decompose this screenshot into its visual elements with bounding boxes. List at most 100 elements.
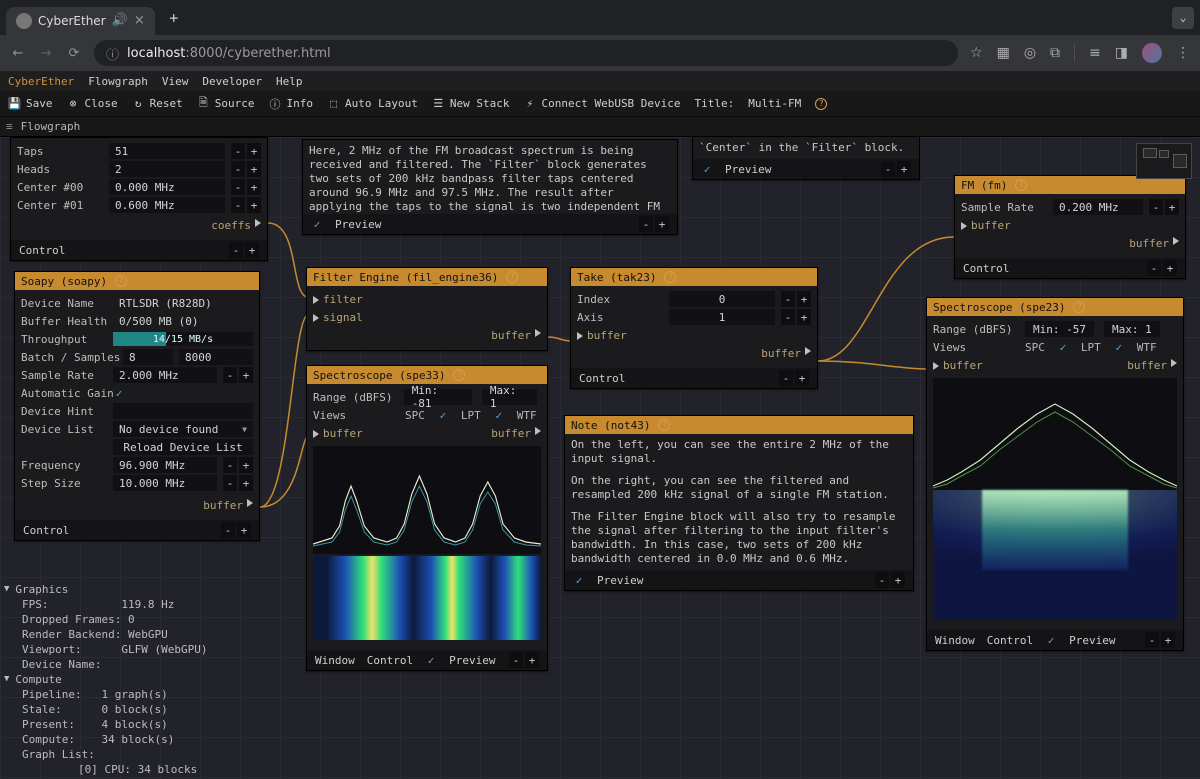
- plus-button[interactable]: +: [891, 572, 905, 588]
- info-button[interactable]: ⓘInfo: [269, 97, 314, 110]
- breadcrumb[interactable]: Flowgraph: [21, 120, 81, 133]
- preview-toggle[interactable]: Preview: [1069, 634, 1115, 647]
- stats-section-compute[interactable]: Compute: [15, 672, 61, 687]
- window-toggle[interactable]: Window: [315, 654, 355, 667]
- param-value[interactable]: 2: [109, 161, 225, 177]
- range-max[interactable]: Max: 1: [482, 389, 537, 405]
- audio-icon[interactable]: 🔊: [112, 13, 128, 28]
- checkbox-icon[interactable]: [113, 387, 125, 399]
- out-port-coeffs[interactable]: coeffs: [211, 217, 261, 234]
- node-note-fragment[interactable]: `Center` in the `Filter` block. Preview …: [692, 137, 920, 180]
- browser-tab[interactable]: CyberEther 🔊 ×: [6, 7, 155, 35]
- in-port-buffer[interactable]: buffer: [577, 327, 627, 344]
- view-wtf[interactable]: WTF: [517, 409, 537, 422]
- plus-button[interactable]: +: [1161, 632, 1175, 648]
- minus-button[interactable]: -: [781, 291, 795, 307]
- help-icon[interactable]: ?: [658, 419, 670, 431]
- param-value[interactable]: 8: [123, 349, 173, 365]
- menu-developer[interactable]: Developer: [202, 75, 262, 88]
- range-min[interactable]: Min: -57: [1025, 321, 1094, 337]
- checkbox-icon[interactable]: [425, 654, 437, 666]
- sidepanel-icon[interactable]: ◨: [1115, 45, 1128, 61]
- checkbox-icon[interactable]: [1113, 341, 1125, 353]
- out-port-buffer[interactable]: buffer: [203, 497, 253, 514]
- breadcrumb-caret-icon[interactable]: ≡: [6, 120, 13, 133]
- minus-button[interactable]: -: [639, 216, 653, 232]
- plus-button[interactable]: +: [237, 522, 251, 538]
- out-port-buffer[interactable]: buffer: [491, 425, 541, 442]
- menu-view[interactable]: View: [162, 75, 189, 88]
- in-port-filter[interactable]: filter: [313, 291, 363, 308]
- plus-button[interactable]: +: [897, 161, 911, 177]
- checkbox-icon[interactable]: [311, 218, 323, 230]
- preview-toggle[interactable]: Preview: [597, 574, 643, 587]
- minus-button[interactable]: -: [231, 143, 245, 159]
- node-header[interactable]: Spectroscope (spe23)?: [927, 298, 1183, 316]
- minus-button[interactable]: -: [1147, 260, 1161, 276]
- extensions-icon[interactable]: ⧉: [1050, 45, 1060, 61]
- help-icon[interactable]: ?: [1015, 179, 1027, 191]
- param-value[interactable]: 0.200 MHz: [1053, 199, 1143, 215]
- node-filter-params[interactable]: Taps51-+ Heads2-+ Center #000.000 MHz-+ …: [10, 137, 268, 261]
- in-port-buffer[interactable]: buffer: [933, 357, 983, 374]
- minus-button[interactable]: -: [231, 161, 245, 177]
- minus-button[interactable]: -: [229, 242, 243, 258]
- node-header[interactable]: Note (not43)?: [565, 416, 913, 434]
- out-port-buffer[interactable]: buffer: [1129, 235, 1179, 252]
- node-fm[interactable]: FM (fm)? Sample Rate0.200 MHz-+ buffer b…: [954, 175, 1186, 279]
- minus-button[interactable]: -: [231, 179, 245, 195]
- node-note-intro[interactable]: Here, 2 MHz of the FM broadcast spectrum…: [302, 139, 678, 235]
- minus-button[interactable]: -: [1145, 632, 1159, 648]
- range-min[interactable]: Min: -81: [404, 389, 472, 405]
- plus-button[interactable]: +: [797, 291, 811, 307]
- node-filter-engine[interactable]: Filter Engine (fil_engine36)? filter sig…: [306, 267, 548, 351]
- plus-button[interactable]: +: [239, 367, 253, 383]
- checkbox-icon[interactable]: [1057, 341, 1069, 353]
- plus-button[interactable]: +: [1165, 199, 1179, 215]
- view-lpt[interactable]: LPT: [1081, 341, 1101, 354]
- in-port-buffer[interactable]: buffer: [961, 217, 1011, 234]
- minus-button[interactable]: -: [221, 522, 235, 538]
- help-icon[interactable]: ?: [115, 275, 127, 287]
- notion-icon[interactable]: ▦: [997, 45, 1010, 61]
- control-toggle[interactable]: Control: [987, 634, 1033, 647]
- omnibox[interactable]: ⓘ localhost:8000/cyberether.html: [94, 40, 958, 66]
- out-port-buffer[interactable]: buffer: [761, 345, 811, 362]
- view-wtf[interactable]: WTF: [1137, 341, 1157, 354]
- auto-layout-button[interactable]: ⬚Auto Layout: [327, 97, 418, 110]
- new-stack-button[interactable]: ☰New Stack: [432, 97, 510, 110]
- checkbox-icon[interactable]: [437, 409, 449, 421]
- plus-button[interactable]: +: [797, 309, 811, 325]
- plus-button[interactable]: +: [239, 457, 253, 473]
- checkbox-icon[interactable]: [701, 163, 713, 175]
- plus-button[interactable]: +: [247, 143, 261, 159]
- param-value[interactable]: 0.600 MHz: [109, 197, 225, 213]
- param-value[interactable]: 51: [109, 143, 225, 159]
- checkbox-icon[interactable]: [1045, 634, 1057, 646]
- minus-button[interactable]: -: [509, 652, 523, 668]
- plus-button[interactable]: +: [655, 216, 669, 232]
- minus-button[interactable]: -: [223, 457, 237, 473]
- help-icon[interactable]: ?: [453, 369, 465, 381]
- preview-toggle[interactable]: Preview: [725, 163, 771, 176]
- plus-button[interactable]: +: [247, 197, 261, 213]
- close-icon[interactable]: ×: [134, 13, 145, 28]
- minus-button[interactable]: -: [223, 367, 237, 383]
- param-value[interactable]: 0.000 MHz: [109, 179, 225, 195]
- minus-button[interactable]: -: [881, 161, 895, 177]
- plus-button[interactable]: +: [239, 475, 253, 491]
- plus-button[interactable]: +: [247, 179, 261, 195]
- param-value[interactable]: [113, 403, 253, 419]
- site-info-icon[interactable]: ⓘ: [106, 44, 119, 63]
- node-header[interactable]: Spectroscope (spe33)?: [307, 366, 547, 384]
- window-toggle[interactable]: Window: [935, 634, 975, 647]
- view-spc[interactable]: SPC: [405, 409, 425, 422]
- out-port-buffer[interactable]: buffer: [491, 327, 541, 344]
- minus-button[interactable]: -: [779, 370, 793, 386]
- minus-button[interactable]: -: [781, 309, 795, 325]
- menu-flowgraph[interactable]: Flowgraph: [88, 75, 148, 88]
- reload-device-list-button[interactable]: Reload Device List: [113, 439, 253, 455]
- minus-button[interactable]: -: [223, 475, 237, 491]
- node-soapy[interactable]: Soapy (soapy)? Device NameRTLSDR (R828D)…: [14, 271, 260, 541]
- node-take[interactable]: Take (tak23)? Index0-+ Axis1-+ buffer bu…: [570, 267, 818, 389]
